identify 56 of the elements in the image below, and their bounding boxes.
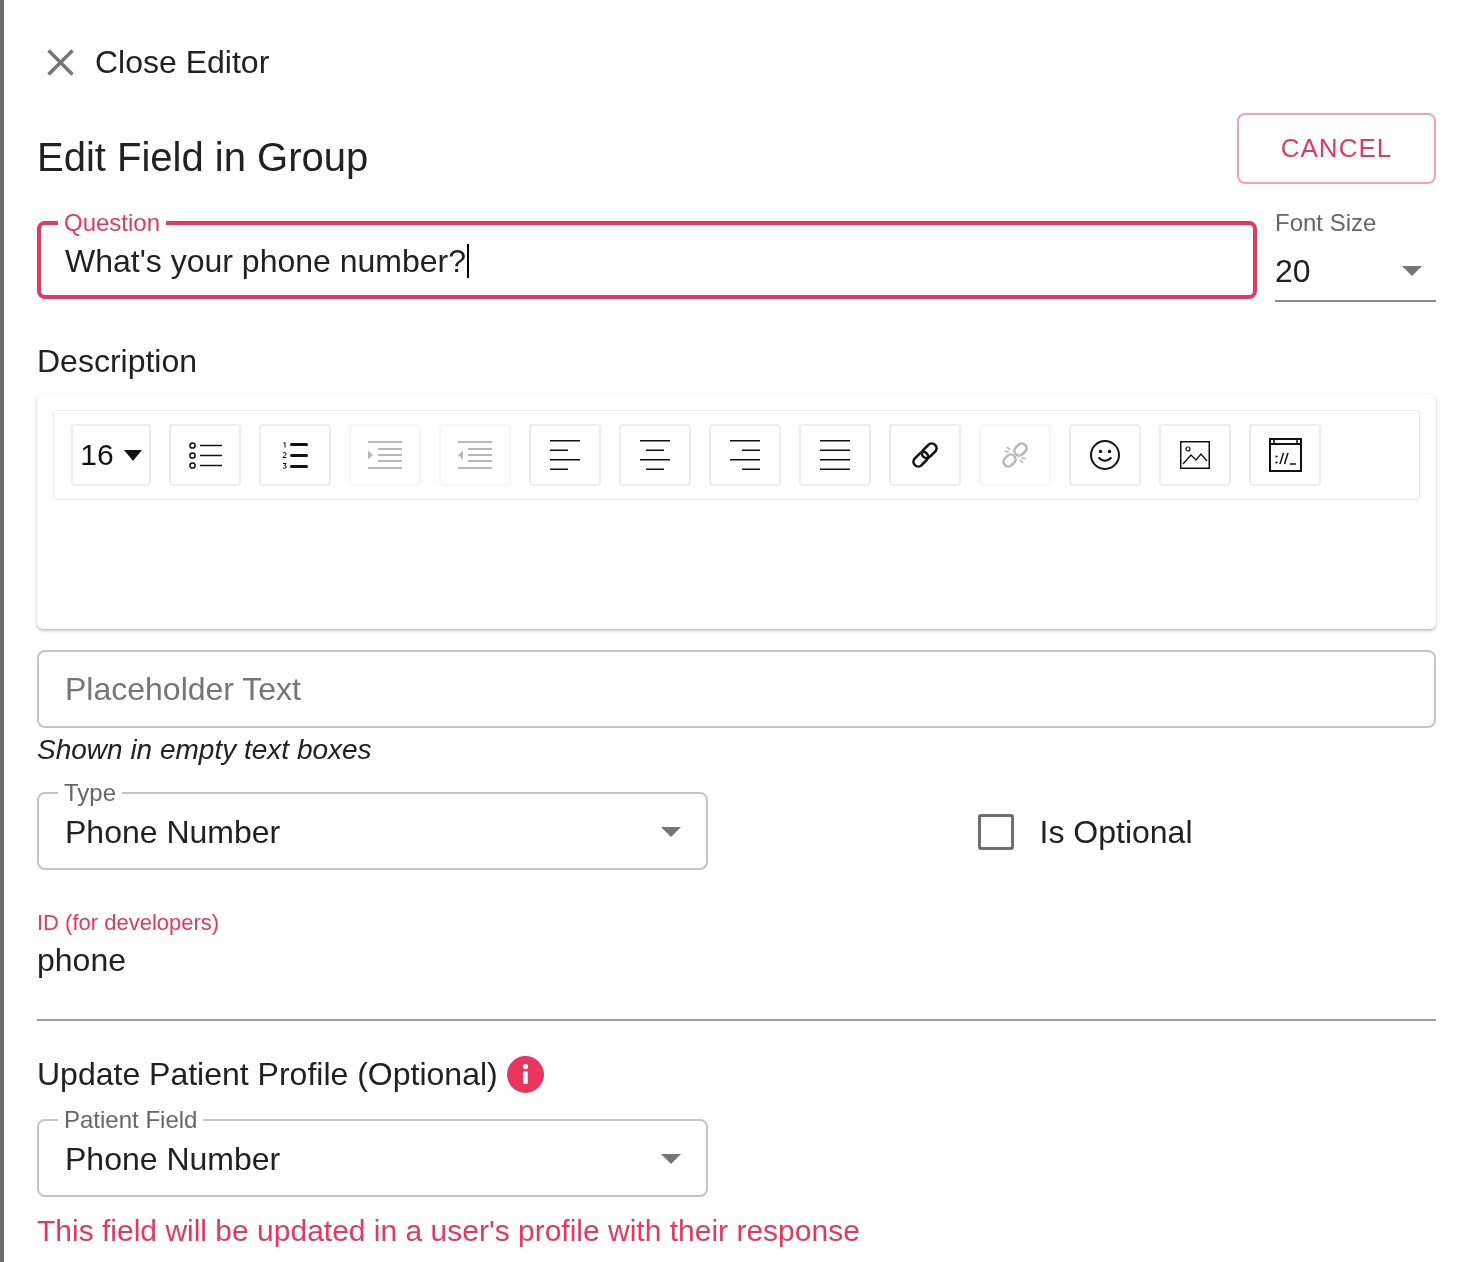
- align-left-button[interactable]: [529, 424, 601, 486]
- smiley-icon: [1090, 440, 1120, 470]
- helper-text: This field will be updated in a user's profile with their response: [37, 1213, 861, 1249]
- field-label: Type: [63, 781, 118, 805]
- emoji-button[interactable]: [1069, 424, 1141, 486]
- align-right-icon: [730, 440, 760, 470]
- broken-link-icon: [1000, 440, 1030, 470]
- type-select[interactable]: Type Phone Number: [37, 781, 708, 870]
- outdent-icon: [458, 441, 492, 469]
- select-value: 20: [1275, 252, 1311, 291]
- info-icon[interactable]: [506, 1055, 544, 1093]
- field-label: Patient Field: [63, 1108, 199, 1132]
- link-icon: [910, 440, 940, 470]
- image-button[interactable]: [1159, 424, 1231, 486]
- field-value: phone: [37, 941, 126, 980]
- embed-button[interactable]: [1249, 424, 1321, 486]
- bullet-list-icon: [188, 441, 222, 469]
- optional-checkbox-control[interactable]: Is Optional: [977, 811, 1193, 852]
- field-value: What's your phone number?: [65, 242, 466, 281]
- checkbox[interactable]: [977, 813, 1014, 850]
- font-size-select[interactable]: Font Size 20: [1275, 205, 1436, 302]
- image-icon: [1180, 441, 1210, 469]
- align-left-icon: [550, 440, 580, 470]
- align-center-button[interactable]: [619, 424, 691, 486]
- dropdown-arrow-icon: [1402, 266, 1422, 276]
- numbered-list-button[interactable]: [259, 424, 331, 486]
- section-title: Update Patient Profile (Optional): [37, 1055, 498, 1094]
- id-field[interactable]: ID (for developers) phone: [37, 910, 1436, 1021]
- indent-icon: [368, 441, 402, 469]
- select-value: Phone Number: [65, 813, 281, 852]
- justify-button[interactable]: [799, 424, 871, 486]
- select-value: Phone Number: [65, 1140, 281, 1179]
- placeholder-text-field[interactable]: Placeholder Text: [37, 650, 1436, 728]
- link-button[interactable]: [889, 424, 961, 486]
- close-editor-button[interactable]: Close Editor: [47, 42, 270, 82]
- field-label: ID (for developers): [37, 910, 220, 936]
- close-icon: [47, 48, 74, 76]
- caret-icon: [123, 449, 142, 461]
- cancel-button[interactable]: CANCEL: [1237, 113, 1436, 184]
- align-right-button[interactable]: [709, 424, 781, 486]
- justify-icon: [820, 440, 850, 470]
- patient-field-select[interactable]: Patient Field Phone Number: [37, 1108, 708, 1197]
- question-field[interactable]: Question What's your phone number?: [37, 211, 1257, 299]
- dropdown-arrow-icon: [661, 1154, 681, 1164]
- bullet-list-button[interactable]: [169, 424, 241, 486]
- section-label: Description: [37, 342, 199, 381]
- field-label: Question: [63, 211, 162, 235]
- text-cursor: [467, 244, 469, 278]
- helper-text: Shown in empty text boxes: [37, 733, 373, 767]
- numbered-list-icon: [282, 441, 308, 469]
- font-size-dropdown[interactable]: 16: [71, 424, 151, 486]
- align-center-icon: [640, 440, 670, 470]
- editor-title: Edit Field in Group: [37, 134, 369, 181]
- code-window-icon: [1268, 438, 1302, 472]
- dropdown-arrow-icon: [661, 827, 681, 837]
- field-label: Font Size: [1275, 209, 1378, 237]
